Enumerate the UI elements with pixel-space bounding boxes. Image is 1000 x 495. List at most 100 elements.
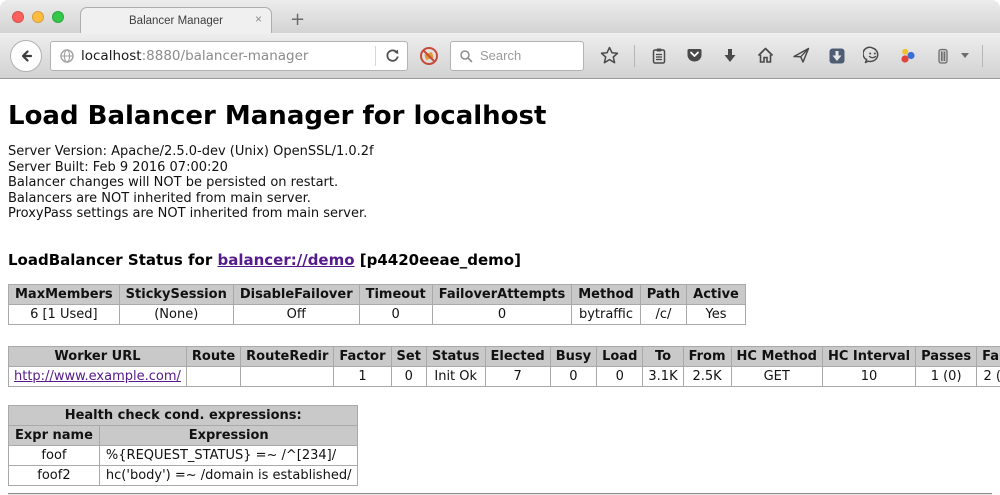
table-header-cell: StickySession: [119, 284, 233, 304]
table-header-cell: HC Interval: [822, 346, 915, 366]
urlbar-divider: [375, 46, 376, 66]
table-row: 6 [1 Used](None)Off00bytraffic/c/Yes: [9, 304, 746, 324]
table-row: foof2hc('body') =~ /domain is establishe…: [9, 465, 358, 485]
home-icon[interactable]: [754, 44, 777, 67]
table-header-cell: From: [683, 346, 731, 366]
pocket-icon[interactable]: [683, 44, 706, 67]
table-row: http://www.example.com/ 10Init Ok7003.1K…: [9, 366, 1000, 386]
reload-button[interactable]: [382, 45, 403, 66]
titlebar: Balancer Manager × +: [0, 0, 1000, 33]
table-cell: GET: [731, 366, 822, 386]
balancer-demo-link[interactable]: balancer://demo: [217, 251, 354, 269]
worker-url-link[interactable]: http://www.example.com/: [14, 369, 181, 384]
content-blocker-extension-icon[interactable]: [416, 43, 442, 69]
globe-icon: [59, 48, 75, 64]
menu-hamburger-icon[interactable]: [996, 45, 1000, 67]
table-cell: %{REQUEST_STATUS} =~ /^[234]/: [99, 445, 358, 465]
table-cell: 6 [1 Used]: [9, 304, 120, 324]
navigation-toolbar: localhost:8880/balancer-manager: [0, 33, 1000, 79]
table-cell: Off: [233, 304, 359, 324]
url-path: :8880/balancer-manager: [142, 48, 309, 64]
battery-extension-icon[interactable]: [932, 45, 954, 67]
maximize-window-button[interactable]: [52, 11, 64, 23]
server-built-line: Server Built: Feb 9 2016 07:00:20: [8, 160, 992, 176]
table-header-cell: RouteRedir: [241, 346, 334, 366]
table-header-cell: Status: [426, 346, 485, 366]
table-header-cell: To: [643, 346, 683, 366]
table-cell: foof: [9, 445, 100, 465]
persist-notice-line: Balancer changes will NOT be persisted o…: [8, 175, 992, 191]
worker-status-table: Worker URLRouteRouteRedirFactorSetStatus…: [8, 346, 1000, 387]
table-cell: hc('body') =~ /domain is established/: [99, 465, 358, 485]
table-cell: 3.1K: [643, 366, 683, 386]
colored-dots-extension-icon[interactable]: [897, 45, 919, 67]
table-header-cell: DisableFailover: [233, 284, 359, 304]
page-title: Load Balancer Manager for localhost: [8, 101, 992, 131]
table-header-cell: Fails: [977, 346, 1000, 366]
toolbar-divider: [634, 45, 635, 67]
table-row: foof%{REQUEST_STATUS} =~ /^[234]/: [9, 445, 358, 465]
proxypass-notice-line: ProxyPass settings are NOT inherited fro…: [8, 206, 992, 222]
search-icon: [459, 49, 473, 63]
table-header-cell: Worker URL: [9, 346, 187, 366]
back-button[interactable]: [10, 40, 42, 72]
table-header-cell: Load: [597, 346, 643, 366]
table-header-cell: Set: [391, 346, 426, 366]
url-bar[interactable]: localhost:8880/balancer-manager: [50, 41, 408, 71]
table-header-cell: Busy: [550, 346, 596, 366]
search-input[interactable]: [478, 47, 568, 64]
table-header-cell: Active: [687, 284, 746, 304]
status-heading-suffix: [p4420eeae_demo]: [360, 251, 521, 269]
status-heading-prefix: LoadBalancer Status for: [8, 251, 212, 269]
table-cell: /c/: [640, 304, 686, 324]
url-host: localhost: [81, 48, 142, 64]
server-version-line: Server Version: Apache/2.5.0-dev (Unix) …: [8, 144, 992, 160]
table-cell: 2.5K: [683, 366, 731, 386]
server-info: Server Version: Apache/2.5.0-dev (Unix) …: [8, 144, 992, 222]
chat-smiley-icon[interactable]: [861, 44, 884, 67]
bookmark-star-icon[interactable]: [598, 44, 621, 67]
table-header-cell: Elected: [485, 346, 550, 366]
table-cell: 1 (0): [916, 366, 977, 386]
table-title-cell: Health check cond. expressions:: [9, 405, 358, 425]
table-cell: bytraffic: [572, 304, 640, 324]
page-content: Load Balancer Manager for localhost Serv…: [0, 79, 1000, 495]
tab-balancer-manager[interactable]: Balancer Manager ×: [80, 7, 272, 33]
chevron-down-icon[interactable]: [961, 53, 969, 58]
clipboard-icon[interactable]: [648, 45, 670, 67]
search-bar[interactable]: [450, 41, 584, 71]
table-header-cell: Expression: [99, 425, 358, 445]
table-cell: http://www.example.com/: [9, 366, 187, 386]
downloads-icon[interactable]: [719, 45, 741, 67]
table-cell: 0: [359, 304, 432, 324]
window-controls: [12, 11, 64, 23]
table-cell: 1: [334, 366, 391, 386]
table-cell: 0: [432, 304, 572, 324]
table-cell: foof2: [9, 465, 100, 485]
toolbar-divider: [982, 45, 983, 67]
tab-close-icon[interactable]: ×: [255, 13, 262, 25]
table-cell: Yes: [687, 304, 746, 324]
table-header-cell: Factor: [334, 346, 391, 366]
video-download-extension-icon[interactable]: [826, 45, 848, 67]
table-header-cell: FailoverAttempts: [432, 284, 572, 304]
table-cell: (None): [119, 304, 233, 324]
toolbar-icons: [598, 44, 1000, 67]
send-plane-icon[interactable]: [790, 44, 813, 67]
table-cell: 0: [550, 366, 596, 386]
url-text: localhost:8880/balancer-manager: [81, 48, 369, 64]
table-header-cell: HC Method: [731, 346, 822, 366]
balancer-status-heading: LoadBalancer Status for balancer://demo …: [8, 251, 992, 269]
new-tab-button[interactable]: +: [284, 9, 311, 31]
minimize-window-button[interactable]: [32, 11, 44, 23]
back-arrow-icon: [18, 48, 34, 64]
table-header-cell: Expr name: [9, 425, 100, 445]
close-window-button[interactable]: [12, 11, 24, 23]
table-cell: 10: [822, 366, 915, 386]
balancer-settings-table: MaxMembersStickySessionDisableFailoverTi…: [8, 284, 746, 325]
table-header-cell: Route: [186, 346, 240, 366]
browser-chrome: Balancer Manager × + localhost:8880/bala…: [0, 0, 1000, 79]
table-header-cell: Passes: [916, 346, 977, 366]
inherit-notice-line: Balancers are NOT inherited from main se…: [8, 191, 992, 207]
table-header-cell: Method: [572, 284, 640, 304]
